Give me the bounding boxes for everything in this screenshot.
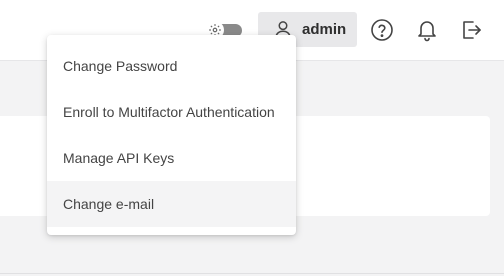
help-button[interactable] [370, 18, 394, 42]
menu-item-label: Change e-mail [63, 196, 155, 212]
notifications-button[interactable] [415, 18, 439, 42]
help-circle-icon [370, 18, 394, 42]
menu-item-label: Manage API Keys [63, 150, 175, 166]
user-name: admin [302, 21, 347, 38]
menu-item-label: Enroll to Multifactor Authentication [63, 104, 275, 120]
divider [0, 273, 504, 274]
menu-item-enroll-mfa[interactable]: Enroll to Multifactor Authentication [47, 89, 296, 135]
user-dropdown-menu: Change Password Enroll to Multifactor Au… [47, 35, 296, 235]
bell-icon [415, 18, 439, 42]
menu-item-label: Change Password [63, 58, 178, 74]
menu-item-change-password[interactable]: Change Password [47, 43, 296, 89]
menu-item-manage-api-keys[interactable]: Manage API Keys [47, 135, 296, 181]
menu-item-change-email[interactable]: Change e-mail [47, 181, 296, 227]
logout-icon [459, 18, 483, 42]
logout-button[interactable] [459, 18, 483, 42]
